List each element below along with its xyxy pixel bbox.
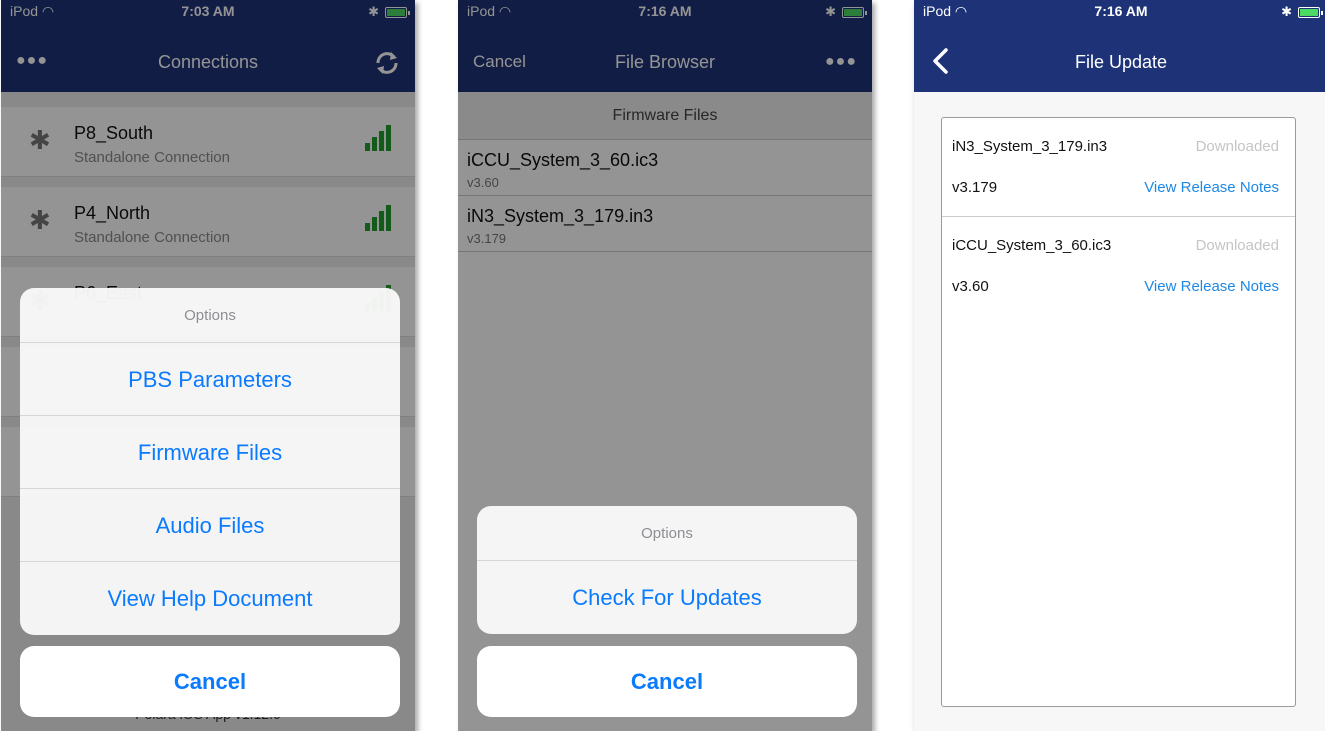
option-firmware-files[interactable]: Firmware Files xyxy=(20,416,400,489)
action-sheet-title: Options xyxy=(20,288,400,343)
options-action-sheet: Options PBS Parameters Firmware Files Au… xyxy=(20,288,400,635)
option-check-for-updates[interactable]: Check For Updates xyxy=(477,561,857,634)
options-action-sheet: Options Check For Updates xyxy=(477,506,857,634)
phone-screen-connections: iPod ◠ 7:03 AM ✱ ●●● Connections ✱ P8_So… xyxy=(1,0,415,731)
file-name: iN3_System_3_179.in3 xyxy=(952,138,1108,155)
list-item: iCCU_System_3_60.ic3 Downloaded v3.60 Vi… xyxy=(942,217,1295,316)
download-status: Downloaded xyxy=(1195,138,1279,155)
option-pbs-parameters[interactable]: PBS Parameters xyxy=(20,343,400,416)
option-view-help-document[interactable]: View Help Document xyxy=(20,562,400,635)
download-status: Downloaded xyxy=(1195,237,1279,254)
bluetooth-icon: ✱ xyxy=(1281,4,1292,19)
phone-screen-file-update: iPod ◠ 7:16 AM ✱ File Update iN3_System_… xyxy=(914,0,1325,731)
status-time: 7:16 AM xyxy=(1094,3,1148,19)
update-card: iN3_System_3_179.in3 Downloaded v3.179 V… xyxy=(941,117,1296,707)
phone-screen-file-browser: iPod ◠ 7:16 AM ✱ Cancel File Browser ●●●… xyxy=(458,0,872,731)
option-audio-files[interactable]: Audio Files xyxy=(20,489,400,562)
status-right: ✱ xyxy=(1281,4,1323,20)
page-title: File Update xyxy=(1074,52,1168,72)
view-release-notes-link[interactable]: View Release Notes xyxy=(1144,179,1279,196)
cancel-button[interactable]: Cancel xyxy=(20,646,400,717)
file-version: v3.60 xyxy=(952,278,989,295)
battery-icon xyxy=(1298,6,1323,18)
file-version: v3.179 xyxy=(952,179,998,196)
view-release-notes-link[interactable]: View Release Notes xyxy=(1144,278,1279,295)
list-item: iN3_System_3_179.in3 Downloaded v3.179 V… xyxy=(942,118,1295,217)
update-content: iN3_System_3_179.in3 Downloaded v3.179 V… xyxy=(914,92,1325,731)
action-sheet-title: Options xyxy=(477,506,857,561)
status-bar: iPod ◠ 7:16 AM ✱ xyxy=(914,0,1325,22)
nav-header: iPod ◠ 7:16 AM ✱ File Update xyxy=(914,0,1325,92)
cancel-button[interactable]: Cancel xyxy=(477,646,857,717)
file-name: iCCU_System_3_60.ic3 xyxy=(952,237,1112,254)
